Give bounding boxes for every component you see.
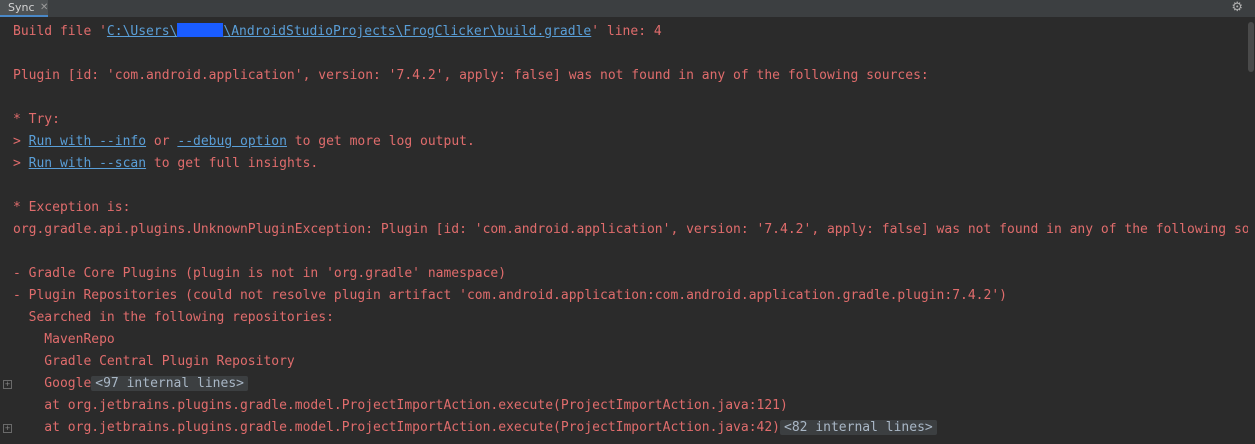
- console-line: - Gradle Core Plugins (plugin is not in …: [13, 266, 507, 281]
- console-text: >: [13, 156, 29, 171]
- console-text: Google: [13, 376, 92, 391]
- close-icon[interactable]: ✕: [40, 0, 48, 16]
- console-text: ' line: 4: [591, 24, 662, 39]
- vertical-scrollbar[interactable]: [1248, 21, 1255, 444]
- console-line: at org.jetbrains.plugins.gradle.model.Pr…: [13, 418, 937, 438]
- folded-lines-badge[interactable]: <97 internal lines>: [91, 376, 248, 391]
- console-line: at org.jetbrains.plugins.gradle.model.Pr…: [13, 398, 788, 413]
- expand-fold-icon[interactable]: +: [3, 380, 12, 389]
- tool-window-tabbar: Sync ✕ ⚙: [0, 0, 1255, 18]
- console-line: Searched in the following repositories:: [13, 310, 334, 325]
- debug-option-link[interactable]: --debug option: [177, 134, 287, 149]
- console-line: MavenRepo: [13, 332, 115, 347]
- tab-sync[interactable]: Sync ✕: [0, 0, 48, 17]
- console-line: * Try:: [13, 112, 60, 127]
- console-line: org.gradle.api.plugins.UnknownPluginExce…: [13, 222, 1248, 237]
- build-file-link[interactable]: C:\Users\ \AndroidStudioProjects\FrogClic…: [107, 23, 591, 39]
- console-line: * Exception is:: [13, 200, 131, 215]
- console-text: Build file ': [13, 24, 107, 39]
- console-text: at org.jetbrains.plugins.gradle.model.Pr…: [13, 420, 781, 435]
- console-text: to get more log output.: [286, 134, 475, 149]
- console-line: Build file 'C:\Users\ \AndroidStudioProje…: [13, 22, 662, 42]
- folded-lines-badge[interactable]: <82 internal lines>: [780, 420, 937, 435]
- run-with-info-link[interactable]: Run with --info: [29, 134, 146, 149]
- gear-icon[interactable]: ⚙: [1231, 0, 1243, 15]
- tab-sync-label: Sync: [8, 1, 35, 14]
- console-line: - Plugin Repositories (could not resolve…: [13, 288, 1007, 303]
- console-text: or: [146, 134, 178, 149]
- console-text: to get full insights.: [146, 156, 319, 171]
- scrollbar-thumb[interactable]: [1248, 22, 1254, 72]
- redacted-username: [177, 23, 224, 37]
- console-line: Google <97 internal lines>: [13, 374, 248, 394]
- expand-fold-icon[interactable]: +: [3, 424, 12, 433]
- sync-console-output: Build file 'C:\Users\ \AndroidStudioProje…: [0, 21, 1248, 444]
- run-with-scan-link[interactable]: Run with --scan: [29, 156, 146, 171]
- console-line: > Run with --info or --debug option to g…: [13, 132, 475, 152]
- console-line: Plugin [id: 'com.android.application', v…: [13, 68, 929, 83]
- console-line: > Run with --scan to get full insights.: [13, 154, 318, 174]
- console-line: Gradle Central Plugin Repository: [13, 354, 295, 369]
- console-text: >: [13, 134, 29, 149]
